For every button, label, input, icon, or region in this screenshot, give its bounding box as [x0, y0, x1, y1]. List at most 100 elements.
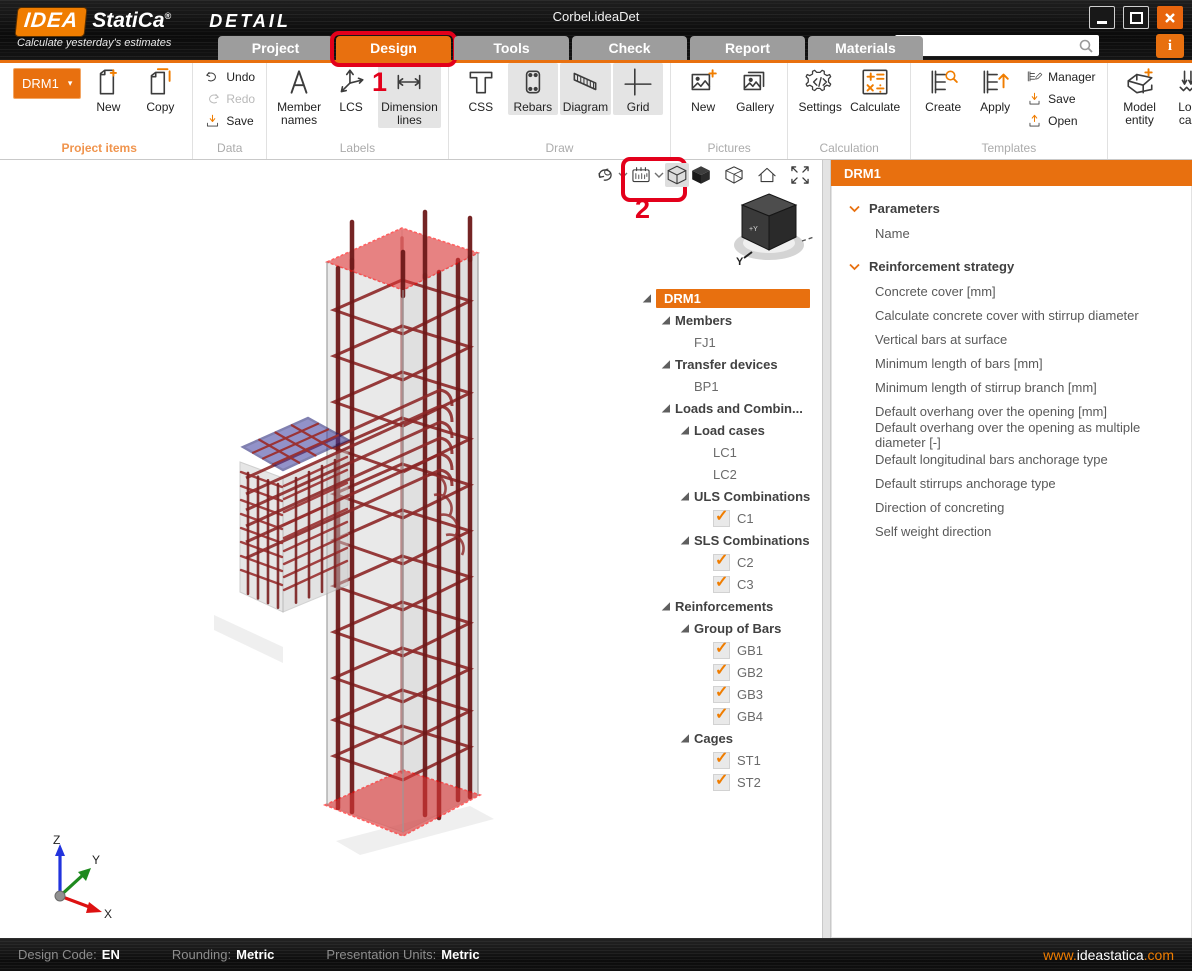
ribbon-button-redo[interactable]: Redo: [200, 89, 259, 109]
panel-divider[interactable]: [822, 160, 831, 938]
tree-item-reinforcements[interactable]: Reinforcements: [640, 595, 810, 617]
checkbox[interactable]: ✓: [713, 686, 730, 703]
tree-item-gb3[interactable]: ✓GB3: [640, 683, 810, 705]
ribbon-button-rebars[interactable]: Rebars: [508, 63, 558, 115]
tab-materials[interactable]: Materials: [808, 36, 923, 60]
ribbon-button-save[interactable]: Save: [1022, 89, 1099, 109]
ribbon-button-gallery[interactable]: Gallery: [730, 63, 780, 115]
wireframe-cube-button[interactable]: [665, 163, 689, 187]
ribbon-button-model-entity[interactable]: Model entity: [1115, 63, 1165, 128]
tab-tools[interactable]: Tools: [454, 36, 569, 60]
tree-item-transfer-devices[interactable]: Transfer devices: [640, 353, 810, 375]
tree-item-fj1[interactable]: FJ1: [640, 331, 810, 353]
tree-item-load-cases[interactable]: Load cases: [640, 419, 810, 441]
property-group-parameters[interactable]: Parameters: [832, 196, 1191, 221]
project-item-dropdown[interactable]: DRM1▾: [13, 68, 81, 99]
tab-check[interactable]: Check: [572, 36, 687, 60]
expander-icon[interactable]: [642, 294, 651, 303]
expander-icon[interactable]: [680, 492, 689, 501]
expander-icon[interactable]: [680, 536, 689, 545]
tab-project[interactable]: Project: [218, 36, 333, 60]
tree-item-gb4[interactable]: ✓GB4: [640, 705, 810, 727]
tree-item-label: ULS Combinations: [694, 489, 810, 504]
minimize-button[interactable]: [1089, 6, 1115, 29]
checkbox[interactable]: ✓: [713, 708, 730, 725]
ribbon-button-lcs[interactable]: LCS: [326, 63, 376, 115]
tree-item-c2[interactable]: ✓C2: [640, 551, 810, 573]
expander-icon[interactable]: [680, 426, 689, 435]
tree-item-lc2[interactable]: LC2: [640, 463, 810, 485]
home-button[interactable]: [755, 163, 779, 187]
tree-item-gb1[interactable]: ✓GB1: [640, 639, 810, 661]
ribbon-button-css[interactable]: CSS: [456, 63, 506, 115]
tree-item-st1[interactable]: ✓ ST1: [640, 749, 810, 771]
tree-item-uls-combinations[interactable]: ULS Combinations: [640, 485, 810, 507]
navigation-cube[interactable]: +Y Y: [722, 188, 818, 268]
ribbon-button-diagram[interactable]: Diagram: [560, 63, 611, 115]
tree-item-label: ST1: [737, 753, 761, 768]
ribbon-button-create[interactable]: Create: [918, 63, 968, 115]
ribbon-button-apply[interactable]: Apply: [970, 63, 1020, 115]
checkbox[interactable]: ✓: [713, 774, 730, 791]
tree-item-members[interactable]: Members: [640, 309, 810, 331]
ribbon-button-dimension-lines[interactable]: Dimension lines: [378, 63, 441, 128]
chevron-down-icon[interactable]: [617, 163, 629, 187]
rotate-view-button[interactable]: [593, 163, 617, 187]
expander-icon[interactable]: [661, 602, 670, 611]
info-button[interactable]: i: [1156, 34, 1184, 58]
tab-design[interactable]: Design1: [336, 36, 451, 60]
fit-view-button[interactable]: [788, 163, 812, 187]
save-icon: [204, 113, 221, 130]
expander-icon[interactable]: [661, 316, 670, 325]
tree-item-group-of-bars[interactable]: Group of Bars: [640, 617, 810, 639]
clip-cube-button[interactable]: [722, 163, 746, 187]
tree-item-c1[interactable]: ✓C1: [640, 507, 810, 529]
checkbox[interactable]: ✓: [713, 576, 730, 593]
checkbox[interactable]: ✓: [713, 554, 730, 571]
ribbon-button-calculate[interactable]: Calculate: [847, 63, 903, 115]
tree-item-sls-combinations[interactable]: SLS Combinations: [640, 529, 810, 551]
tree-item-st2[interactable]: ✓ST2: [640, 771, 810, 793]
tree-item-cages[interactable]: Cages: [640, 727, 810, 749]
ribbon-button-grid[interactable]: Grid: [613, 63, 663, 115]
expander-icon[interactable]: [661, 404, 670, 413]
tree-item-gb2[interactable]: ✓GB2: [640, 661, 810, 683]
checkbox[interactable]: ✓: [713, 510, 730, 527]
property-label: Calculate concrete cover with stirrup di…: [875, 308, 1139, 323]
website-link[interactable]: www.ideastatica.com: [1043, 947, 1174, 963]
ribbon-button-open[interactable]: Open: [1022, 111, 1099, 131]
view-preset-button[interactable]: 2: [629, 163, 653, 187]
ribbon-button-member-names[interactable]: Member names: [274, 63, 324, 128]
search-icon[interactable]: [1077, 37, 1095, 55]
ribbon-button-new[interactable]: New: [83, 63, 133, 115]
checkbox[interactable]: ✓: [713, 752, 730, 769]
checkbox[interactable]: ✓: [713, 642, 730, 659]
viewport-3d[interactable]: 2 +Y Y: [0, 160, 822, 938]
tab-report[interactable]: Report: [690, 36, 805, 60]
expander-icon[interactable]: [680, 624, 689, 633]
checkbox[interactable]: ✓: [713, 664, 730, 681]
expander-icon[interactable]: [680, 734, 689, 743]
status-design-code[interactable]: Design Code:EN: [18, 947, 120, 962]
ribbon-button-settings[interactable]: Settings: [795, 63, 845, 115]
ribbon-button-load-case[interactable]: Load case: [1167, 63, 1192, 128]
tree-item-bp1[interactable]: BP1: [640, 375, 810, 397]
chevron-down-icon[interactable]: [653, 163, 665, 187]
expander-icon[interactable]: [661, 360, 670, 369]
solid-cube-button[interactable]: [689, 163, 713, 187]
maximize-button[interactable]: [1123, 6, 1149, 29]
tree-item-drm1[interactable]: DRM1: [640, 287, 810, 309]
tree-item-lc1[interactable]: LC1: [640, 441, 810, 463]
navcube-face-label: +Y: [749, 226, 758, 233]
property-group-reinforcement-strategy[interactable]: Reinforcement strategy: [832, 254, 1191, 279]
ribbon-button-undo[interactable]: Undo: [200, 67, 259, 87]
tree-item-loads-and-combin[interactable]: Loads and Combin...: [640, 397, 810, 419]
ribbon-button-new[interactable]: New: [678, 63, 728, 115]
ribbon-button-save[interactable]: Save: [200, 111, 259, 131]
ribbon-button-manager[interactable]: Manager: [1022, 67, 1099, 87]
status-rounding[interactable]: Rounding:Metric: [172, 947, 275, 962]
status-presentation-units[interactable]: Presentation Units:Metric: [326, 947, 479, 962]
close-button[interactable]: [1157, 6, 1183, 29]
tree-item-c3[interactable]: ✓C3: [640, 573, 810, 595]
ribbon-button-copy[interactable]: Copy: [135, 63, 185, 115]
